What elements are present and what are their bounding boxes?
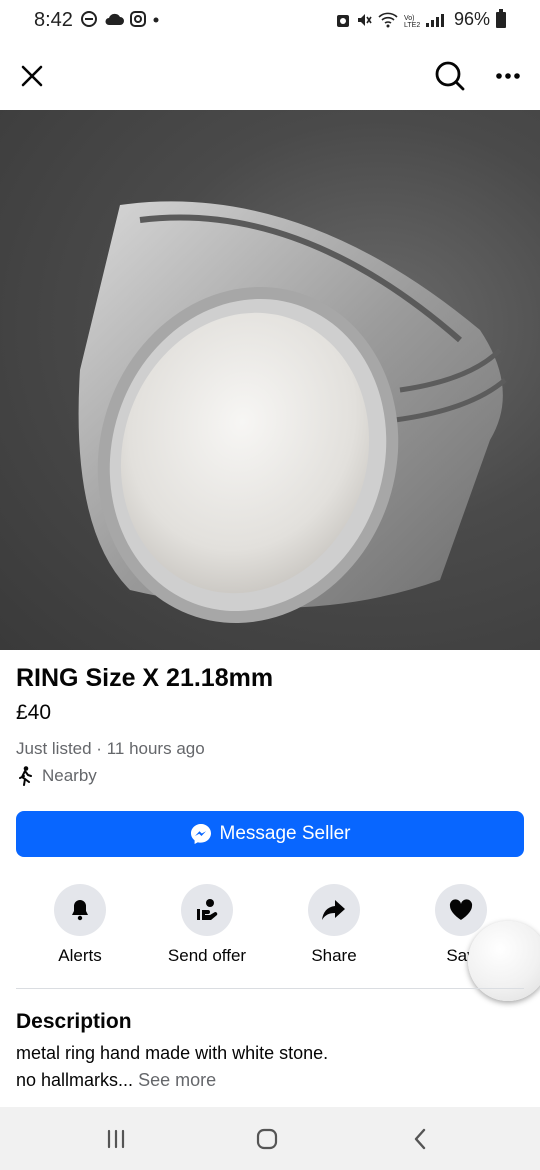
cloud-icon [105, 13, 124, 25]
close-icon [21, 65, 43, 87]
battery-icon [496, 8, 506, 28]
home-icon [256, 1128, 278, 1150]
status-time: 8:42 [34, 9, 73, 31]
listing-title: RING Size X 21.18mm [16, 664, 274, 692]
alerts-icon-circle [54, 884, 106, 936]
search-button[interactable] [428, 54, 472, 98]
description-text-line2: no hallmarks... See more [16, 1070, 216, 1091]
description-text-line1: metal ring hand made with white stone. [16, 1043, 329, 1063]
share-label: Share [311, 946, 357, 965]
description-text-line2-body: no hallmarks... [16, 1070, 134, 1090]
alerts-label: Alerts [58, 946, 102, 965]
send-offer-icon-circle [181, 884, 233, 936]
more-notifications-dot-icon [153, 17, 159, 23]
listing-photo[interactable] [0, 110, 540, 650]
svg-text:Vo): Vo) [404, 15, 415, 22]
system-navigation-bar [0, 1107, 540, 1170]
recent-apps-icon [107, 1129, 125, 1149]
listing-price: £40 [16, 701, 52, 724]
recent-apps-button[interactable] [96, 1121, 136, 1157]
send-offer-button[interactable]: Send offer [142, 884, 272, 966]
home-button[interactable] [247, 1121, 287, 1157]
share-icon [322, 900, 345, 920]
message-seller-label: Message Seller [219, 823, 351, 844]
see-more-link[interactable]: See more [138, 1070, 216, 1090]
mute-icon [357, 13, 372, 26]
volte-signal-icon: Vo)LTE2 [404, 13, 444, 28]
battery-percent: 96% [453, 9, 490, 29]
status-bar: 8:42 Vo) LTE2 96% [0, 0, 540, 42]
messenger-icon [190, 824, 211, 844]
send-offer-icon [197, 899, 218, 920]
back-button[interactable] [400, 1121, 440, 1157]
svg-text:LTE2: LTE2 [404, 22, 420, 28]
alerts-button[interactable]: Alerts [15, 884, 145, 966]
wifi-icon [378, 12, 398, 27]
instagram-icon [130, 11, 146, 27]
action-row: Alerts Send offer Share Sav [0, 884, 540, 974]
more-options-icon [496, 73, 520, 79]
share-button[interactable]: Share [269, 884, 399, 966]
location-label: Nearby [42, 766, 97, 785]
save-icon-circle [435, 884, 487, 936]
close-button[interactable] [10, 54, 54, 98]
more-options-button[interactable] [486, 54, 530, 98]
heart-icon [449, 899, 473, 920]
top-bar [0, 42, 540, 110]
status-system-icons: Vo) LTE2 96% [336, 8, 506, 30]
listing-meta: Just listed · 11 hours ago [16, 739, 205, 758]
walking-icon [19, 766, 32, 786]
back-icon [414, 1128, 426, 1150]
status-notification-icons [80, 10, 160, 28]
description-heading: Description [16, 1010, 132, 1033]
app-notification-icon [81, 11, 97, 27]
message-seller-button[interactable]: Message Seller [16, 811, 524, 857]
alarm-icon [336, 14, 349, 27]
bell-icon [72, 900, 88, 921]
share-icon-circle [308, 884, 360, 936]
section-divider [16, 988, 524, 989]
listing-location: Nearby [16, 766, 97, 786]
search-icon [435, 61, 465, 91]
send-offer-label: Send offer [167, 946, 247, 965]
floating-assistive-button[interactable] [468, 921, 540, 1001]
ring-image [78, 201, 507, 624]
